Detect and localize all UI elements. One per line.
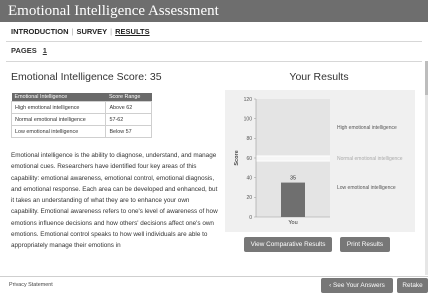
results-chart: 0 20 40 60 80 100 120 Score 35 You High emotional …: [225, 90, 415, 232]
column-header: Score Range: [105, 93, 152, 102]
privacy-statement-link[interactable]: Privacy Statement: [9, 282, 53, 288]
top-nav: INTRODUCTION | SURVEY | RESULTS: [11, 27, 150, 36]
pages-nav: PAGES 1: [11, 46, 47, 55]
y-tick-label: 0: [249, 215, 252, 221]
nav-separator: |: [71, 27, 74, 36]
retake-button[interactable]: Retake: [397, 278, 428, 293]
app-title: Emotional Intelligence Assessment: [8, 3, 219, 19]
pages-label: PAGES: [11, 46, 37, 55]
table-cell: 57-62: [105, 113, 152, 126]
band-label: Low emotional intelligence: [337, 185, 396, 191]
band-region: [256, 156, 330, 161]
table-cell: Above 62: [105, 101, 152, 114]
divider: [6, 41, 422, 42]
score-ranges-table: Emotional Intelligence Score Range High …: [10, 93, 152, 138]
footer: Privacy Statement ‹ See Your Answers Ret…: [0, 276, 428, 293]
y-tick-label: 20: [246, 195, 252, 201]
y-tick-label: 80: [246, 136, 252, 142]
bar: [281, 182, 305, 217]
column-header: Emotional Intelligence: [11, 93, 106, 102]
score-section: Emotional Intelligence Score: 35: [11, 71, 214, 83]
score-heading: Emotional Intelligence Score: 35: [11, 71, 162, 83]
print-results-button[interactable]: Print Results: [340, 237, 390, 252]
data-label: 35: [290, 176, 296, 182]
description-text: Emotional intelligence is the ability to…: [11, 152, 218, 250]
divider: [6, 61, 422, 62]
x-tick-label: You: [288, 220, 297, 226]
y-tick-label: 120: [244, 97, 253, 103]
band-label: High emotional intelligence: [337, 125, 397, 131]
y-tick-label: 100: [244, 116, 253, 122]
band-region: [256, 99, 330, 157]
table-cell: Below 57: [105, 125, 152, 138]
nav-results[interactable]: RESULTS: [115, 27, 149, 36]
nav-introduction[interactable]: INTRODUCTION: [11, 27, 69, 36]
y-axis-label: Score: [234, 150, 240, 165]
table-cell: Normal emotional intelligence: [10, 113, 107, 126]
band-label: Normal emotional intelligence: [337, 156, 403, 162]
table-header-row: Emotional Intelligence Score Range: [11, 93, 152, 102]
y-tick-label: 60: [246, 156, 252, 162]
results-title: Your Results: [289, 71, 349, 83]
view-comparative-results-button[interactable]: View Comparative Results: [244, 237, 332, 252]
page-link-1[interactable]: 1: [43, 46, 47, 55]
table-cell: Low emotional intelligence: [10, 125, 107, 138]
table-row: Low emotional intelligence Below 57: [10, 125, 152, 138]
see-your-answers-button[interactable]: ‹ See Your Answers: [321, 278, 393, 293]
table-row: High emotional intelligence Above 62: [10, 101, 152, 114]
results-chart-svg: 0 20 40 60 80 100 120 Score 35 You High emotional …: [234, 97, 403, 226]
title-bar: Emotional Intelligence Assessment: [0, 0, 428, 22]
nav-separator: |: [110, 27, 113, 36]
table-row: Normal emotional intelligence 57-62: [10, 113, 152, 126]
nav-survey[interactable]: SURVEY: [76, 27, 107, 36]
y-tick-label: 40: [246, 175, 252, 181]
table-cell: High emotional intelligence: [10, 101, 107, 114]
